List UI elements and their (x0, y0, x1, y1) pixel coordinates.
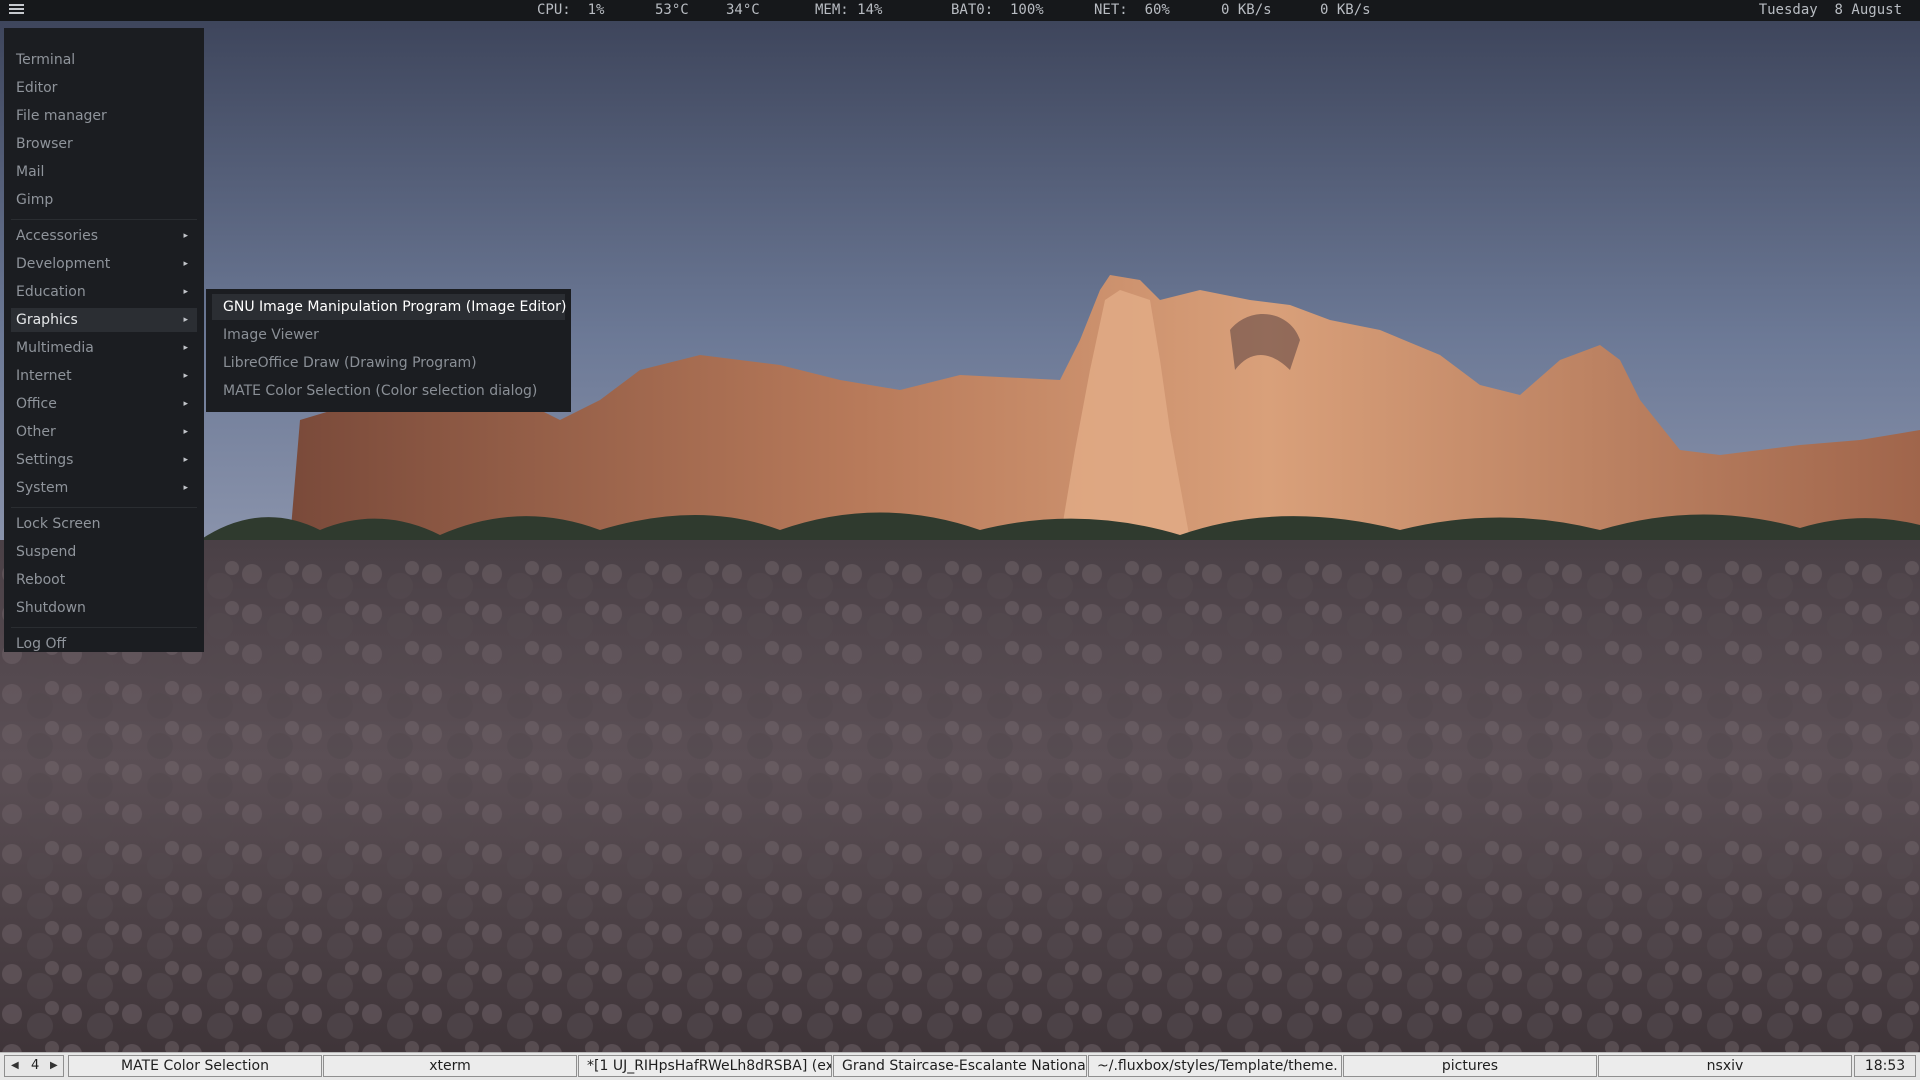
menu-item-gimp[interactable]: Gimp (11, 188, 197, 212)
submenu-item-image-viewer[interactable]: Image Viewer (212, 322, 565, 348)
menu-item-log-off[interactable]: Log Off (11, 632, 197, 656)
submenu-arrow-icon: ▸ (183, 287, 188, 297)
clock: 18:53 (1854, 1055, 1916, 1077)
task-fluxbox-theme-editor[interactable]: ~/.fluxbox/styles/Template/theme. (1088, 1055, 1342, 1077)
cpu-temperature: 53°C (655, 2, 689, 18)
menu-item-other[interactable]: Other ▸ (11, 420, 197, 444)
menu-item-browser[interactable]: Browser (11, 132, 197, 156)
submenu-arrow-icon: ▸ (183, 315, 188, 325)
menu-separator (11, 627, 197, 628)
task-irc-client[interactable]: *[1 UJ_RIHpsHafRWeLh8dRSBA] (exp (578, 1055, 832, 1077)
date-display: Tuesday 8 August (1758, 2, 1902, 18)
menu-item-mail[interactable]: Mail (11, 160, 197, 184)
upload-speed: 0 KB/s (1320, 2, 1371, 18)
menu-item-lock-screen[interactable]: Lock Screen (11, 512, 197, 536)
submenu-arrow-icon: ▸ (183, 427, 188, 437)
download-speed: 0 KB/s (1221, 2, 1272, 18)
menu-separator (11, 507, 197, 508)
menu-item-multimedia[interactable]: Multimedia ▸ (11, 336, 197, 360)
menu-item-label: Accessories (16, 228, 99, 244)
menu-item-shutdown[interactable]: Shutdown (11, 596, 197, 620)
network-signal: NET: 60% (1094, 2, 1170, 18)
menu-item-label: Education (16, 284, 86, 300)
menu-item-accessories[interactable]: Accessories ▸ (11, 224, 197, 248)
menu-item-label: Office (16, 396, 57, 412)
task-browser-grand-staircase[interactable]: Grand Staircase-Escalante National (833, 1055, 1087, 1077)
cpu-usage: CPU: 1% (537, 2, 605, 18)
desktop-wallpaper (0, 0, 1920, 1080)
battery-level: BAT0: 100% (951, 2, 1044, 18)
menu-item-reboot[interactable]: Reboot (11, 568, 197, 592)
submenu-arrow-icon: ▸ (183, 343, 188, 353)
workspace-number: 4 (31, 1058, 40, 1073)
submenu-arrow-icon: ▸ (183, 455, 188, 465)
menu-item-editor[interactable]: Editor (11, 76, 197, 100)
menu-item-label: Multimedia (16, 340, 94, 356)
top-status-bar: CPU: 1% 53°C 34°C MEM: 14% BAT0: 100% NE… (0, 0, 1920, 21)
submenu-arrow-icon: ▸ (183, 231, 188, 241)
menu-item-internet[interactable]: Internet ▸ (11, 364, 197, 388)
menu-item-file-manager[interactable]: File manager (11, 104, 197, 128)
task-pictures[interactable]: pictures (1343, 1055, 1597, 1077)
menu-item-office[interactable]: Office ▸ (11, 392, 197, 416)
menu-item-terminal[interactable]: Terminal (11, 48, 197, 72)
menu-separator (11, 219, 197, 220)
submenu-arrow-icon: ▸ (183, 371, 188, 381)
menu-item-education[interactable]: Education ▸ (11, 280, 197, 304)
submenu-arrow-icon: ▸ (183, 483, 188, 493)
memory-usage: MEM: 14% (815, 2, 883, 18)
root-menu: Terminal Editor File manager Browser Mai… (4, 28, 204, 652)
menu-item-label: Other (16, 424, 56, 440)
task-mate-color-selection[interactable]: MATE Color Selection (68, 1055, 322, 1077)
taskbar: ◀ 4 ▶ MATE Color Selection xterm *[1 UJ_… (0, 1052, 1920, 1080)
task-nsxiv[interactable]: nsxiv (1598, 1055, 1852, 1077)
menu-item-label: Settings (16, 452, 74, 468)
menu-item-label: Development (16, 256, 111, 272)
menu-item-label: Graphics (16, 312, 78, 328)
graphics-submenu: GNU Image Manipulation Program (Image Ed… (206, 289, 571, 412)
menu-icon[interactable] (9, 4, 24, 17)
menu-item-graphics[interactable]: Graphics ▸ (11, 308, 197, 332)
submenu-item-mate-color-selection[interactable]: MATE Color Selection (Color selection di… (212, 378, 565, 404)
task-xterm[interactable]: xterm (323, 1055, 577, 1077)
menu-item-label: Internet (16, 368, 72, 384)
menu-item-settings[interactable]: Settings ▸ (11, 448, 197, 472)
menu-item-label: System (16, 480, 69, 496)
submenu-arrow-icon: ▸ (183, 259, 188, 269)
wallpaper-landscape (0, 0, 1920, 1080)
submenu-arrow-icon: ▸ (183, 399, 188, 409)
menu-item-system[interactable]: System ▸ (11, 476, 197, 500)
menu-item-suspend[interactable]: Suspend (11, 540, 197, 564)
secondary-temperature: 34°C (726, 2, 760, 18)
submenu-item-gimp[interactable]: GNU Image Manipulation Program (Image Ed… (212, 294, 566, 320)
menu-item-development[interactable]: Development ▸ (11, 252, 197, 276)
workspace-switcher: ◀ 4 ▶ (4, 1055, 64, 1077)
next-workspace-icon[interactable]: ▶ (50, 1056, 58, 1076)
previous-workspace-icon[interactable]: ◀ (11, 1056, 19, 1076)
submenu-item-libreoffice-draw[interactable]: LibreOffice Draw (Drawing Program) (212, 350, 565, 376)
